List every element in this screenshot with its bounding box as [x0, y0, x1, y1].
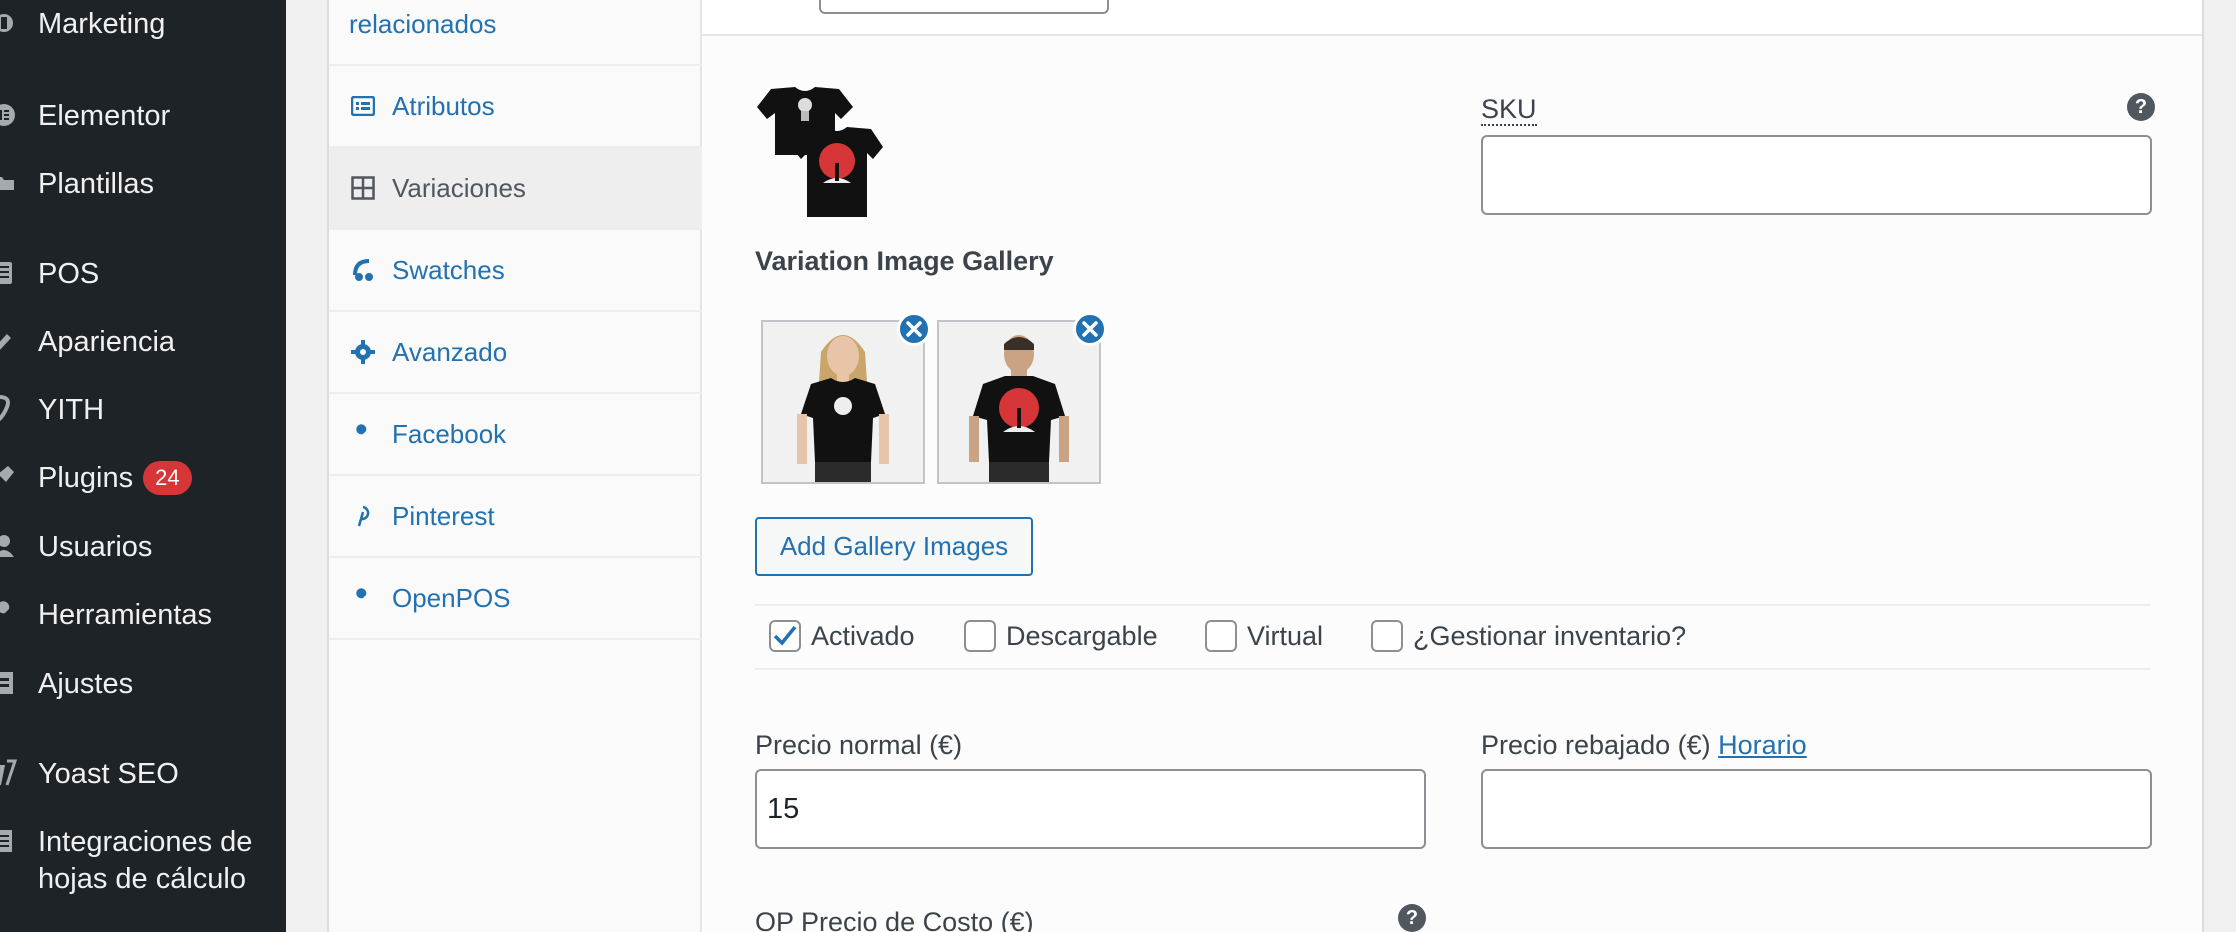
megaphone-icon	[0, 8, 18, 38]
menu-label: Plantillas	[38, 168, 155, 200]
menu-label: Plugins 24	[38, 460, 192, 496]
tab-avanzado[interactable]: Avanzado	[329, 312, 702, 394]
elementor-icon	[0, 100, 18, 130]
wrench-icon	[349, 420, 377, 448]
sale-price-input[interactable]	[1481, 769, 2152, 849]
settings-icon	[0, 668, 18, 698]
variation-attribute-select[interactable]	[819, 0, 1109, 14]
tab-label: Variaciones	[392, 172, 526, 203]
cost-price-label: OP Precio de Costo (€)	[755, 907, 1034, 932]
pos-icon	[0, 258, 18, 288]
remove-image-button[interactable]	[1073, 312, 1107, 346]
spreadsheet-icon	[0, 826, 18, 856]
help-icon[interactable]: ?	[1398, 904, 1426, 932]
regular-price-label: Precio normal (€)	[755, 730, 963, 760]
gallery-title: Variation Image Gallery	[755, 246, 1054, 276]
tab-label: Pinterest	[392, 500, 495, 531]
swatches-icon	[349, 256, 377, 284]
menu-label: Marketing	[38, 8, 166, 40]
yoast-icon	[0, 758, 18, 788]
menu-label: Apariencia	[38, 326, 176, 358]
sku-label: SKU	[1481, 94, 1537, 126]
checkmark-icon	[773, 625, 797, 646]
option-label: Virtual	[1247, 620, 1324, 651]
tab-variaciones[interactable]: Variaciones	[329, 148, 702, 230]
users-icon	[0, 531, 18, 561]
option-descargable[interactable]: Descargable	[964, 620, 1158, 652]
plugins-label: Plugins	[38, 462, 134, 494]
grid-icon	[349, 174, 377, 202]
tab-label: Swatches	[392, 254, 505, 285]
schedule-link[interactable]: Horario	[1718, 730, 1807, 760]
gallery-image-front[interactable]	[761, 320, 925, 484]
gallery-image-back[interactable]	[937, 320, 1101, 484]
product-data-tabs: relacionados Atributos Variaciones Swatc…	[327, 0, 702, 932]
tab-openpos[interactable]: OpenPOS	[329, 558, 702, 640]
sale-price-label: Precio rebajado (€) Horario	[1481, 730, 1807, 761]
help-icon[interactable]: ?	[2127, 93, 2155, 121]
tab-pinterest[interactable]: Pinterest	[329, 476, 702, 558]
manage-stock-checkbox[interactable]	[1371, 620, 1403, 652]
page-gutter	[2204, 0, 2236, 932]
menu-label: Yoast SEO	[38, 758, 179, 790]
close-icon	[1082, 321, 1098, 337]
option-label: ¿Gestionar inventario?	[1413, 620, 1687, 651]
gear-icon	[349, 338, 377, 366]
menu-label: POS	[38, 258, 100, 290]
tab-label: Atributos	[392, 90, 495, 121]
tab-label: Avanzado	[392, 336, 508, 367]
option-label: Activado	[811, 620, 915, 651]
wrench-icon	[349, 584, 377, 612]
tab-label: Facebook	[392, 418, 507, 449]
variation-options: Activado Descargable Virtual ¿Gestionar …	[755, 604, 2151, 670]
close-icon	[906, 321, 922, 337]
plugin-icon	[0, 462, 18, 492]
update-count-badge: 24	[143, 461, 192, 495]
pinterest-icon	[349, 502, 377, 530]
virtual-checkbox[interactable]	[1205, 620, 1237, 652]
descargable-checkbox[interactable]	[964, 620, 996, 652]
activado-checkbox[interactable]	[769, 620, 801, 652]
tab-label: relacionados	[349, 8, 497, 39]
menu-label: Herramientas	[38, 599, 213, 631]
folder-icon	[0, 168, 18, 198]
tab-facebook[interactable]: Facebook	[329, 394, 702, 476]
list-icon	[349, 92, 377, 120]
tab-label: OpenPOS	[392, 582, 511, 613]
sale-price-label-text: Precio rebajado (€)	[1481, 730, 1711, 760]
option-label: Descargable	[1006, 620, 1158, 651]
admin-sidebar: Marketing Elementor Plantillas POS Apari…	[0, 0, 286, 932]
sku-input[interactable]	[1481, 135, 2152, 215]
wrench-icon	[0, 599, 18, 629]
option-gestionar-inventario[interactable]: ¿Gestionar inventario?	[1371, 620, 1686, 652]
variation-thumbnail[interactable]	[753, 85, 885, 220]
option-virtual[interactable]: Virtual	[1205, 620, 1323, 652]
menu-label: Integraciones de hojas de cálculo	[38, 826, 253, 895]
paintbrush-icon	[0, 326, 18, 356]
tab-swatches[interactable]: Swatches	[329, 230, 702, 312]
menu-label: Usuarios	[38, 531, 153, 563]
tab-atributos[interactable]: Atributos	[329, 66, 702, 148]
tab-relacionados[interactable]: relacionados	[329, 0, 702, 66]
menu-label: Elementor	[38, 100, 171, 132]
menu-label: Ajustes	[38, 668, 134, 700]
add-gallery-images-button[interactable]: Add Gallery Images	[755, 517, 1033, 576]
menu-label: YITH	[38, 394, 105, 426]
option-activado[interactable]: Activado	[769, 620, 915, 652]
regular-price-input[interactable]: 15	[755, 769, 1426, 849]
yith-icon	[0, 394, 18, 424]
remove-image-button[interactable]	[897, 312, 931, 346]
